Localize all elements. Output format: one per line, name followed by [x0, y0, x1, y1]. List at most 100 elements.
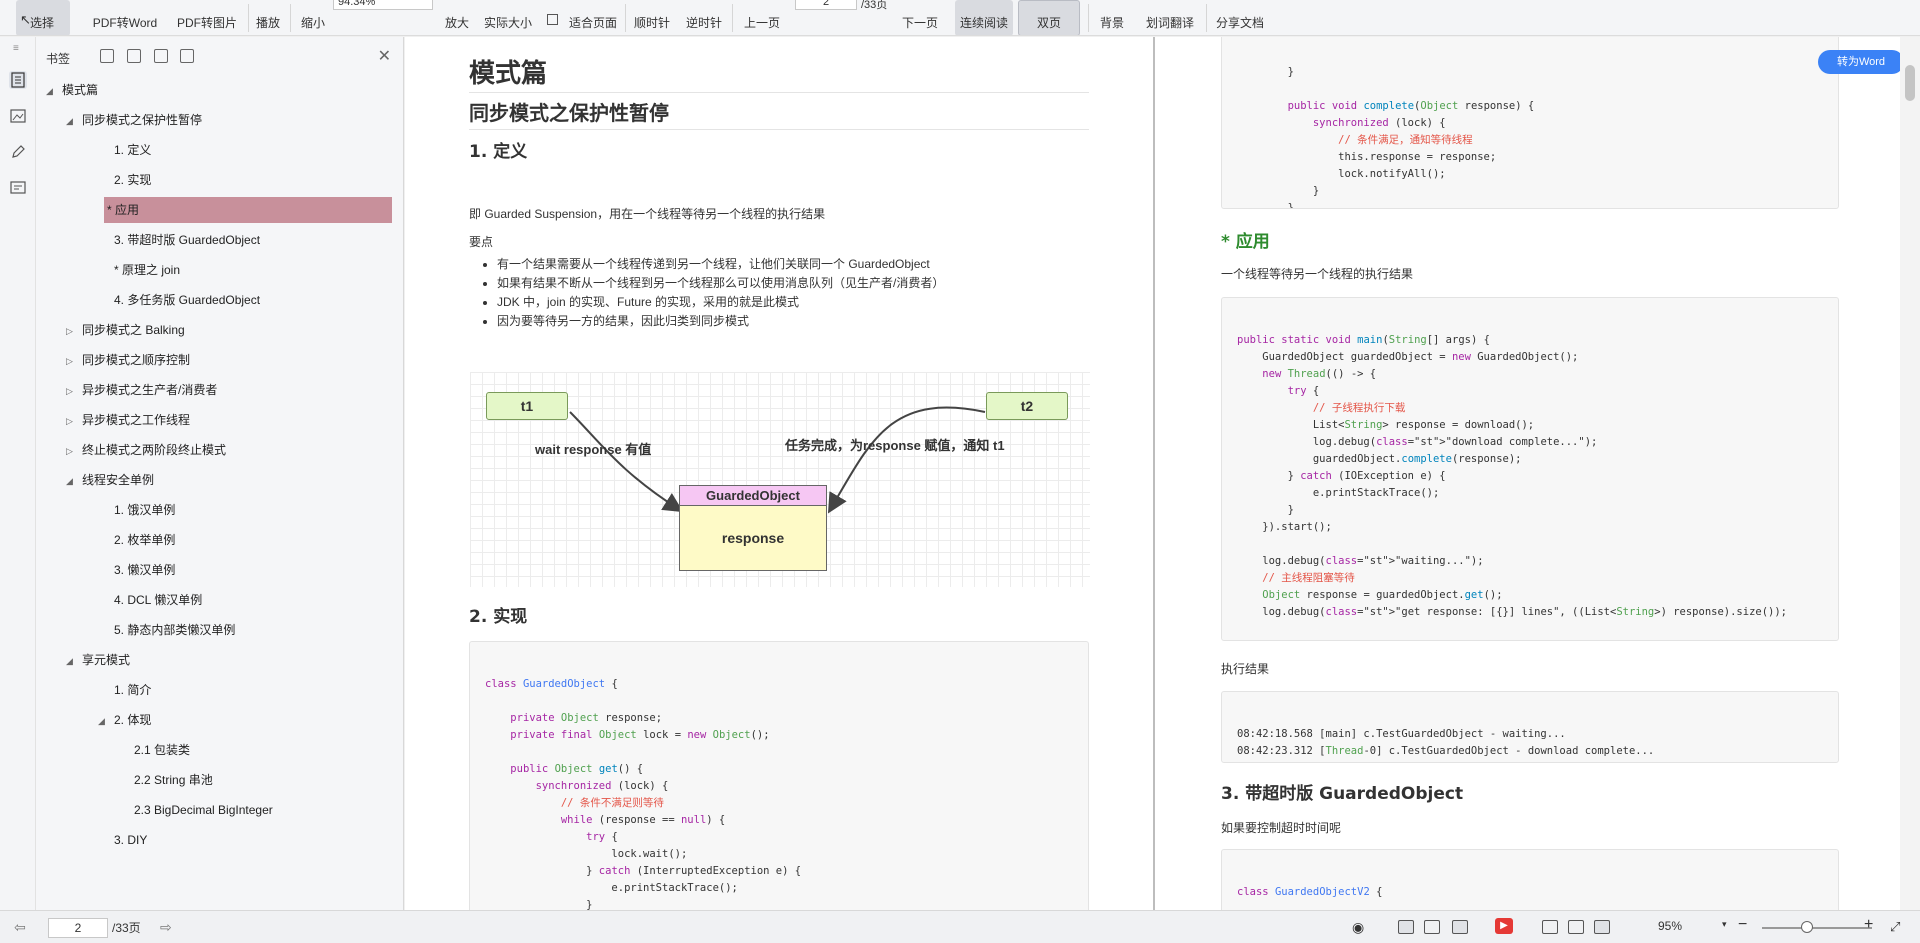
expanded-arrow-icon[interactable]: ◢ [46, 78, 62, 104]
double-page-button[interactable]: 双页 [1018, 0, 1080, 35]
page-number-input[interactable]: 2 [795, 0, 857, 10]
expanded-arrow-icon[interactable]: ◢ [98, 708, 114, 734]
eye-icon[interactable]: ◉ [1352, 919, 1364, 936]
background-button[interactable]: 背景 [1092, 0, 1132, 35]
bookmark-item[interactable]: 3. 懒汉单例 [98, 557, 175, 583]
zoom-in-icon[interactable]: + [1864, 916, 1873, 934]
rotate-ccw-button[interactable]: 逆时针 [682, 0, 726, 35]
zoom-in-button[interactable]: 放大 [440, 0, 474, 35]
bookmark-item[interactable]: 5. 静态内部类懒汉单例 [98, 617, 235, 643]
bookmark-item[interactable]: ▷ 同步模式之 Balking [66, 317, 185, 343]
code-line: } [1237, 638, 1823, 640]
code-line: public void complete(Object response) { [1287, 100, 1535, 112]
bookmark-item[interactable]: 1. 饿汉单例 [98, 497, 175, 523]
bookmark-item[interactable]: 2. 实现 [98, 167, 151, 193]
prev-page-button[interactable]: 上一页 [738, 0, 786, 35]
fullscreen-icon[interactable]: ⤢ [1890, 919, 1900, 935]
bookmark-item[interactable]: 2.1 包装类 [118, 737, 190, 763]
single-page-view-icon[interactable] [1398, 920, 1414, 934]
next-page-arrow-icon[interactable]: ⇨ [160, 919, 172, 936]
attachment-icon[interactable] [9, 179, 27, 197]
translate-button[interactable]: 划词翻译 [1140, 0, 1200, 35]
play-slideshow-icon[interactable]: ▶ [1495, 918, 1513, 934]
zoom-out-button[interactable]: 缩小 [296, 0, 330, 35]
play-button[interactable]: 播放 [251, 0, 285, 35]
bookmark-item[interactable]: ◢ 模式篇 [46, 77, 98, 103]
collapse-icon[interactable]: ≡ [13, 43, 19, 54]
pdf-to-image-button[interactable]: PDF转图片 [170, 0, 244, 35]
bookmark-item[interactable]: ◢ 线程安全单例 [66, 467, 154, 493]
rotate-cw-button[interactable]: 顺时针 [630, 0, 674, 35]
scrollbar-thumb[interactable] [1905, 65, 1915, 101]
add-bookmark-icon[interactable] [154, 49, 168, 63]
collapse-all-icon[interactable] [127, 49, 141, 63]
thumbnail-icon[interactable] [9, 107, 27, 125]
bookmark-item[interactable]: 2. 枚举单例 [98, 527, 175, 553]
convert-to-word-button[interactable]: 转为Word [1818, 50, 1904, 74]
expanded-arrow-icon[interactable]: ◢ [66, 648, 82, 674]
bookmark-item[interactable]: ▷ 同步模式之顺序控制 [66, 347, 190, 373]
guarded-object-title: GuardedObject [680, 486, 826, 506]
annotation-icon[interactable] [9, 143, 27, 161]
expanded-arrow-icon[interactable]: ◢ [66, 468, 82, 494]
bookmark-item[interactable]: 2.2 String 串池 [118, 767, 213, 793]
fit-width-icon[interactable] [1542, 920, 1558, 934]
bookmark-item[interactable]: * 原理之 join [98, 257, 180, 283]
page-number-value: 2 [74, 921, 82, 935]
collapsed-arrow-icon[interactable]: ▷ [66, 408, 82, 434]
zoom-slider-track[interactable] [1762, 927, 1872, 929]
code-line: new Thread(() -> { [1262, 368, 1377, 380]
next-page-button[interactable]: 下一页 [896, 0, 944, 35]
bookmark-item[interactable]: 2.3 BigDecimal BigInteger [118, 797, 273, 823]
close-icon[interactable]: ✕ [378, 46, 391, 66]
collapsed-arrow-icon[interactable]: ▷ [66, 378, 82, 404]
bookmark-panel-icon[interactable] [9, 71, 27, 89]
code-line: } [1237, 66, 1294, 78]
complete-label: 任务完成，为response 赋值，通知 t1 [785, 438, 1005, 453]
bookmark-item[interactable]: 1. 定义 [98, 137, 151, 163]
bookmark-item[interactable]: 4. DCL 懒汉单例 [98, 587, 202, 613]
code-line: public Object get() { [510, 763, 644, 775]
page-view-icon[interactable] [1424, 920, 1440, 934]
double-page-view-icon[interactable] [1452, 920, 1468, 934]
bookmark-item[interactable]: ◢ 2. 体现 [98, 707, 151, 733]
bookmark-item[interactable]: 1. 简介 [98, 677, 151, 703]
code-line: log.debug(class="st">"download complete.… [1237, 436, 1598, 448]
zoom-percentage[interactable]: 95% [1658, 919, 1682, 933]
zoom-dropdown-icon[interactable]: ▾ [1722, 919, 1727, 930]
page-number-field[interactable]: 2 [48, 918, 108, 938]
actual-size-button[interactable]: 实际大小 [480, 0, 536, 35]
bookmark-item[interactable]: ▷ 异步模式之生产者/消费者 [66, 377, 217, 403]
bookmark-item[interactable]: ◢ 享元模式 [66, 647, 130, 673]
document-viewer[interactable]: 模式篇 同步模式之保护性暂停 1. 定义 即 Guarded Suspensio… [405, 37, 1900, 910]
collapsed-arrow-icon[interactable]: ▷ [66, 438, 82, 464]
bookmark-item[interactable]: 3. 带超时版 GuardedObject [98, 227, 260, 253]
expand-all-icon[interactable] [100, 49, 114, 63]
pdf-to-word-button[interactable]: PDF转Word [88, 0, 162, 35]
collapsed-arrow-icon[interactable]: ▷ [66, 318, 82, 344]
zoom-value: 94.34% [338, 0, 376, 8]
fullscreen-view-icon[interactable] [1594, 920, 1610, 934]
bookmark-options-icon[interactable] [180, 49, 194, 63]
bookmark-item[interactable]: ▷ 异步模式之工作线程 [66, 407, 190, 433]
continuous-read-button[interactable]: 连续阅读 [955, 0, 1013, 35]
bookmark-item[interactable]: 3. DIY [98, 827, 147, 853]
bookmark-item[interactable]: * 应用 [104, 197, 392, 223]
fit-page-button[interactable]: 适合页面 [545, 0, 617, 35]
zoom-slider-handle[interactable] [1801, 921, 1813, 933]
share-button[interactable]: 分享文档 [1210, 0, 1270, 35]
vertical-scrollbar[interactable] [1900, 37, 1920, 910]
zoom-input[interactable]: 94.34% [333, 0, 433, 10]
select-tool-button[interactable]: 选择 ↖ [16, 0, 70, 35]
bookmark-item[interactable]: ◢ 同步模式之保护性暂停 [66, 107, 202, 133]
prev-page-arrow-icon[interactable]: ⇦ [14, 919, 26, 936]
subsection-heading: 2. 实现 [469, 607, 528, 627]
bookmark-item[interactable]: 4. 多任务版 GuardedObject [98, 287, 260, 313]
thread-t1-node: t1 [486, 392, 568, 420]
collapsed-arrow-icon[interactable]: ▷ [66, 348, 82, 374]
zoom-out-icon[interactable]: − [1738, 916, 1747, 934]
fit-page-icon[interactable] [1568, 920, 1584, 934]
guarded-object-field: response [680, 506, 826, 570]
bookmark-item[interactable]: ▷ 终止模式之两阶段终止模式 [66, 437, 226, 463]
expanded-arrow-icon[interactable]: ◢ [66, 108, 82, 134]
